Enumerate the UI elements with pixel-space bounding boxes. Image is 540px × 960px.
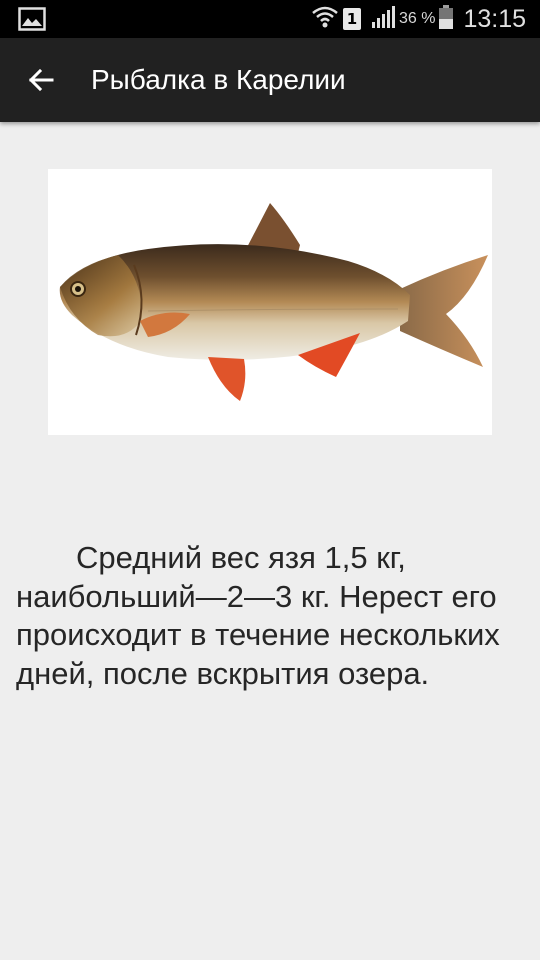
gallery-notification-icon [18, 7, 46, 35]
battery-icon [439, 5, 454, 33]
arrow-back-icon [28, 68, 54, 92]
status-icons: 1 36 % 13:15 [307, 0, 526, 38]
fish-image [48, 169, 492, 435]
status-time: 13:15 [463, 4, 526, 33]
back-button[interactable] [22, 60, 62, 100]
page-title: Рыбалка в Карелии [91, 64, 346, 95]
wifi-icon [311, 5, 339, 33]
signal-icon [371, 6, 395, 32]
battery-percent: 36 % [398, 10, 436, 27]
fish-description: Средний вес язя 1,5 кг, наибольший—2—3 к… [16, 540, 500, 691]
app-bar: Рыбалка в Карелии [0, 38, 540, 122]
sim-icon: 1 [342, 8, 361, 30]
status-bar: 1 36 % 13:15 [0, 0, 540, 38]
